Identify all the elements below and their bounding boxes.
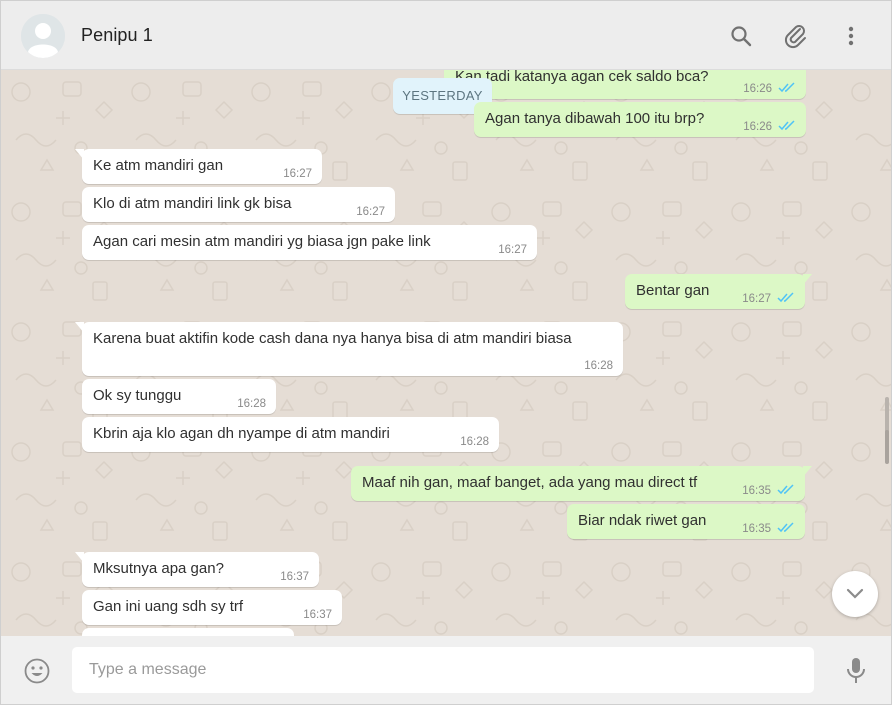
message-bubble-incoming[interactable]: Agan cari mesin atm mandiri yg biasa jgn…	[82, 225, 537, 260]
message-text: Ok sy tunggu	[93, 387, 182, 404]
chat-window: Penipu 1 Kan tadi katanya agan cek saldo…	[0, 0, 892, 705]
message-bubble-incoming[interactable]: Ke atm mandiri gan 16:27	[75, 149, 322, 184]
attach-icon	[784, 25, 806, 49]
message-text: Agan cari mesin atm mandiri yg biasa jgn…	[93, 233, 431, 250]
attach-button[interactable]	[781, 21, 811, 51]
read-ticks-icon	[777, 292, 794, 303]
message-text: Biar ndak riwet gan	[578, 512, 707, 529]
avatar-placeholder-icon	[21, 14, 65, 58]
message-text: Maaf nih gan, maaf banget, ada yang mau …	[362, 474, 698, 491]
read-ticks-icon	[777, 522, 794, 533]
message-text: Agan tanya dibawah 100 itu brp?	[485, 110, 705, 127]
message-bubble-outgoing[interactable]: Maaf nih gan, maaf banget, ada yang mau …	[351, 466, 812, 501]
message-time: 16:28	[584, 360, 613, 372]
message-text: Karena buat aktifin kode cash dana nya h…	[93, 330, 572, 347]
message-time: 16:27	[742, 293, 771, 305]
message-time: 16:26	[743, 83, 772, 95]
chat-header: Penipu 1	[1, 1, 891, 70]
message-time: 16:35	[742, 485, 771, 497]
message-time: 16:27	[356, 206, 385, 218]
message-time: 16:26	[743, 121, 772, 133]
scrollbar-thumb[interactable]	[885, 430, 889, 464]
chevron-down-icon	[846, 588, 864, 599]
menu-icon	[848, 26, 854, 46]
read-ticks-icon	[778, 82, 795, 93]
search-icon	[731, 26, 752, 47]
message-text: Kbrin aja klo agan dh nyampe di atm mand…	[93, 425, 390, 442]
mic-icon	[847, 658, 865, 683]
mic-button[interactable]	[844, 656, 868, 686]
scroll-to-bottom-button[interactable]	[832, 571, 878, 617]
message-bubble-incoming[interactable]	[82, 628, 294, 636]
message-text: Bentar gan	[636, 282, 710, 299]
message-input[interactable]	[72, 647, 814, 693]
message-bubble-incoming[interactable]: Klo di atm mandiri link gk bisa 16:27	[82, 187, 395, 222]
message-time: 16:37	[280, 571, 309, 583]
message-text: Gan ini uang sdh sy trf	[93, 598, 244, 615]
contact-name[interactable]: Penipu 1	[81, 25, 153, 46]
emoji-button[interactable]	[23, 657, 51, 685]
message-text: Kan tadi katanya agan cek saldo bca?	[455, 70, 709, 85]
message-bubble-outgoing[interactable]: Bentar gan 16:27	[625, 274, 812, 309]
message-time: 16:28	[460, 436, 489, 448]
message-time: 16:35	[742, 523, 771, 535]
message-time: 16:37	[303, 609, 332, 621]
search-button[interactable]	[726, 21, 756, 51]
message-bubble-outgoing[interactable]: Kan tadi katanya agan cek saldo bca? 16:…	[444, 70, 806, 99]
menu-button[interactable]	[836, 21, 866, 51]
message-time: 16:28	[237, 398, 266, 410]
message-bubble-incoming[interactable]: Mksutnya apa gan? 16:37	[75, 552, 319, 587]
message-bubble-incoming[interactable]: Gan ini uang sdh sy trf 16:37	[82, 590, 342, 625]
message-time: 16:27	[498, 244, 527, 256]
message-bubble-outgoing[interactable]: Agan tanya dibawah 100 itu brp? 16:26	[474, 102, 806, 137]
message-bubble-incoming[interactable]: Ok sy tunggu 16:28	[82, 379, 276, 414]
read-ticks-icon	[777, 484, 794, 495]
message-text: Mksutnya apa gan?	[93, 560, 224, 577]
read-ticks-icon	[778, 120, 795, 131]
message-text: Ke atm mandiri gan	[93, 157, 224, 174]
message-list[interactable]: Kan tadi katanya agan cek saldo bca? 16:…	[1, 70, 891, 636]
emoji-icon	[24, 658, 50, 684]
message-bubble-incoming[interactable]: Kbrin aja klo agan dh nyampe di atm mand…	[82, 417, 499, 452]
message-time: 16:27	[283, 168, 312, 180]
message-bubble-incoming[interactable]: Karena buat aktifin kode cash dana nya h…	[75, 322, 623, 376]
compose-bar	[1, 636, 891, 704]
message-bubble-outgoing[interactable]: Biar ndak riwet gan 16:35	[567, 504, 805, 539]
avatar[interactable]	[21, 14, 65, 58]
message-text: Klo di atm mandiri link gk bisa	[93, 195, 292, 212]
